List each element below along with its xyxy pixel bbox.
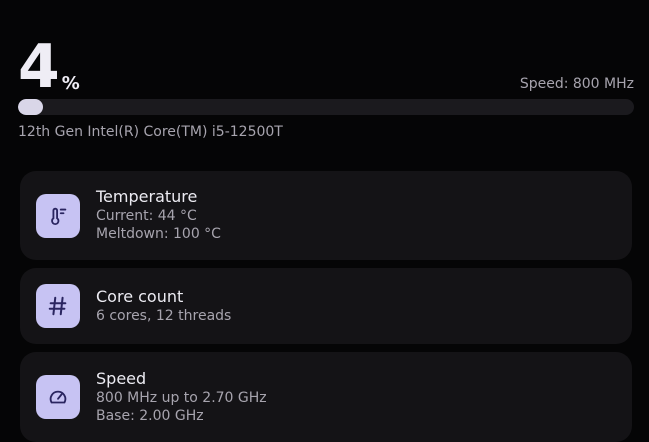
card-title: Speed bbox=[96, 369, 147, 388]
speed-base: Base: 2.00 GHz bbox=[96, 408, 204, 424]
speedometer-icon bbox=[36, 375, 80, 419]
core-count-card: Core count 6 cores, 12 threads bbox=[20, 268, 632, 344]
temperature-card: Temperature Current: 44 °C Meltdown: 100… bbox=[20, 171, 632, 260]
card-title: Temperature bbox=[96, 187, 198, 206]
speed-range: 800 MHz up to 2.70 GHz bbox=[96, 390, 267, 406]
current-speed: Speed: 800 MHz bbox=[519, 76, 634, 92]
card-title: Core count bbox=[96, 287, 184, 306]
temperature-meltdown: Meltdown: 100 °C bbox=[96, 226, 221, 242]
usage-readout: 4 % bbox=[18, 32, 80, 102]
usage-unit: % bbox=[61, 73, 80, 94]
core-thread-count: 6 cores, 12 threads bbox=[96, 308, 232, 324]
temperature-current: Current: 44 °C bbox=[96, 208, 197, 224]
usage-progress-fill bbox=[18, 99, 43, 115]
usage-value: 4 bbox=[18, 32, 60, 102]
thermometer-icon bbox=[36, 194, 80, 238]
speed-card: Speed 800 MHz up to 2.70 GHz Base: 2.00 … bbox=[20, 352, 632, 442]
usage-progress-bar bbox=[18, 99, 634, 115]
hash-icon bbox=[36, 284, 80, 328]
cpu-model-name: 12th Gen Intel(R) Core(TM) i5-12500T bbox=[18, 124, 283, 140]
